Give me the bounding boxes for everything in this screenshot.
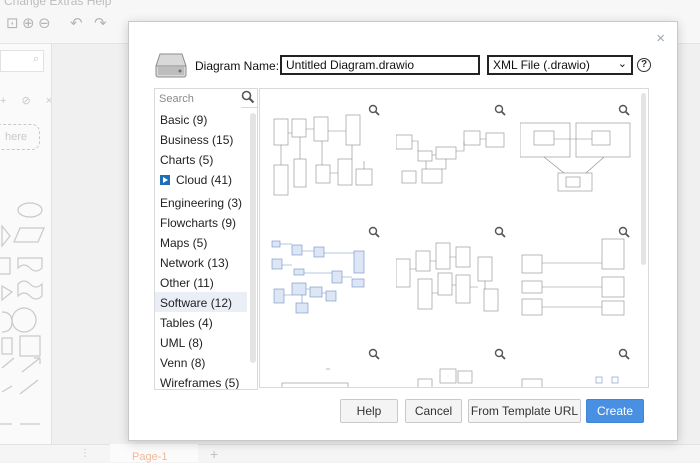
- zoom-out-icon: ⊖: [38, 15, 51, 32]
- sidebar-tools: + ⊘ ×: [0, 95, 59, 107]
- chevron-down-icon: ⌄: [617, 58, 627, 70]
- category-scrollbar[interactable]: [250, 113, 256, 363]
- category-other[interactable]: Other (11): [155, 272, 247, 292]
- template-thumbnail[interactable]: [516, 219, 636, 323]
- category-wireframes[interactable]: Wireframes (5): [155, 372, 247, 389]
- category-cloud[interactable]: Cloud (41): [155, 169, 247, 189]
- category-basic[interactable]: Basic (9): [155, 109, 247, 129]
- category-uml[interactable]: UML (8): [155, 332, 247, 352]
- category-search: [155, 89, 257, 108]
- help-button[interactable]: Help: [340, 399, 398, 423]
- add-page-icon: +: [210, 446, 219, 462]
- menu-bar: Change Extras Help: [4, 0, 112, 8]
- template-thumbnail[interactable]: [266, 97, 386, 201]
- category-engineering[interactable]: Engineering (3): [155, 192, 247, 212]
- redo-icon: ↷: [94, 15, 107, 32]
- template-thumbnail[interactable]: [392, 341, 512, 387]
- category-venn[interactable]: Venn (8): [155, 352, 247, 372]
- create-button[interactable]: Create: [586, 399, 644, 423]
- category-network[interactable]: Network (13): [155, 252, 247, 272]
- category-business[interactable]: Business (15): [155, 129, 247, 149]
- help-icon[interactable]: ?: [637, 58, 651, 72]
- file-format-value: XML File (.drawio): [493, 58, 590, 72]
- page-bar: [0, 444, 700, 462]
- template-thumbnail[interactable]: [392, 97, 512, 201]
- search-icon[interactable]: [241, 90, 255, 104]
- pages-menu-icon: ⋮: [80, 448, 90, 459]
- category-charts[interactable]: Charts (5): [155, 149, 247, 169]
- page-tab: Page-1: [110, 444, 198, 463]
- category-flowcharts[interactable]: Flowcharts (9): [155, 212, 247, 232]
- close-icon[interactable]: ×: [656, 31, 665, 46]
- template-grid: [259, 88, 649, 388]
- template-thumbnail[interactable]: [266, 219, 386, 323]
- template-thumbnail[interactable]: [266, 341, 386, 387]
- cloud-icon: [160, 175, 170, 185]
- name-row: Diagram Name: XML File (.drawio) ⌄ ?: [155, 52, 655, 80]
- fit-icon: ⊡: [6, 15, 19, 32]
- category-search-input[interactable]: [155, 90, 241, 108]
- search-icon: ⌕: [32, 53, 39, 65]
- template-thumbnail[interactable]: [516, 341, 636, 387]
- shape-search: ⌕: [0, 50, 44, 72]
- diagram-name-label: Diagram Name:: [195, 59, 280, 73]
- cancel-button[interactable]: Cancel: [405, 399, 462, 423]
- from-template-url-button[interactable]: From Template URL: [468, 399, 581, 423]
- drop-here-button: here: [0, 124, 40, 150]
- category-maps[interactable]: Maps (5): [155, 232, 247, 252]
- category-cloud-label: Cloud (41): [176, 173, 233, 187]
- category-tables[interactable]: Tables (4): [155, 312, 247, 332]
- category-software[interactable]: Software (12): [155, 292, 247, 312]
- zoom-in-icon: ⊕: [22, 15, 35, 32]
- diagram-name-input[interactable]: [280, 55, 480, 75]
- drive-icon: [155, 53, 187, 78]
- undo-icon: ↶: [70, 15, 83, 32]
- template-scrollbar[interactable]: [641, 93, 646, 265]
- template-thumbnail[interactable]: [392, 219, 512, 323]
- category-list: Basic (9) Business (15) Charts (5) Cloud…: [155, 109, 247, 389]
- new-diagram-dialog: × Diagram Name: XML File (.drawio) ⌄ ? B…: [128, 21, 678, 441]
- file-format-select[interactable]: XML File (.drawio) ⌄: [487, 55, 633, 75]
- template-thumbnail[interactable]: [516, 97, 636, 201]
- category-panel: Basic (9) Business (15) Charts (5) Cloud…: [154, 88, 258, 390]
